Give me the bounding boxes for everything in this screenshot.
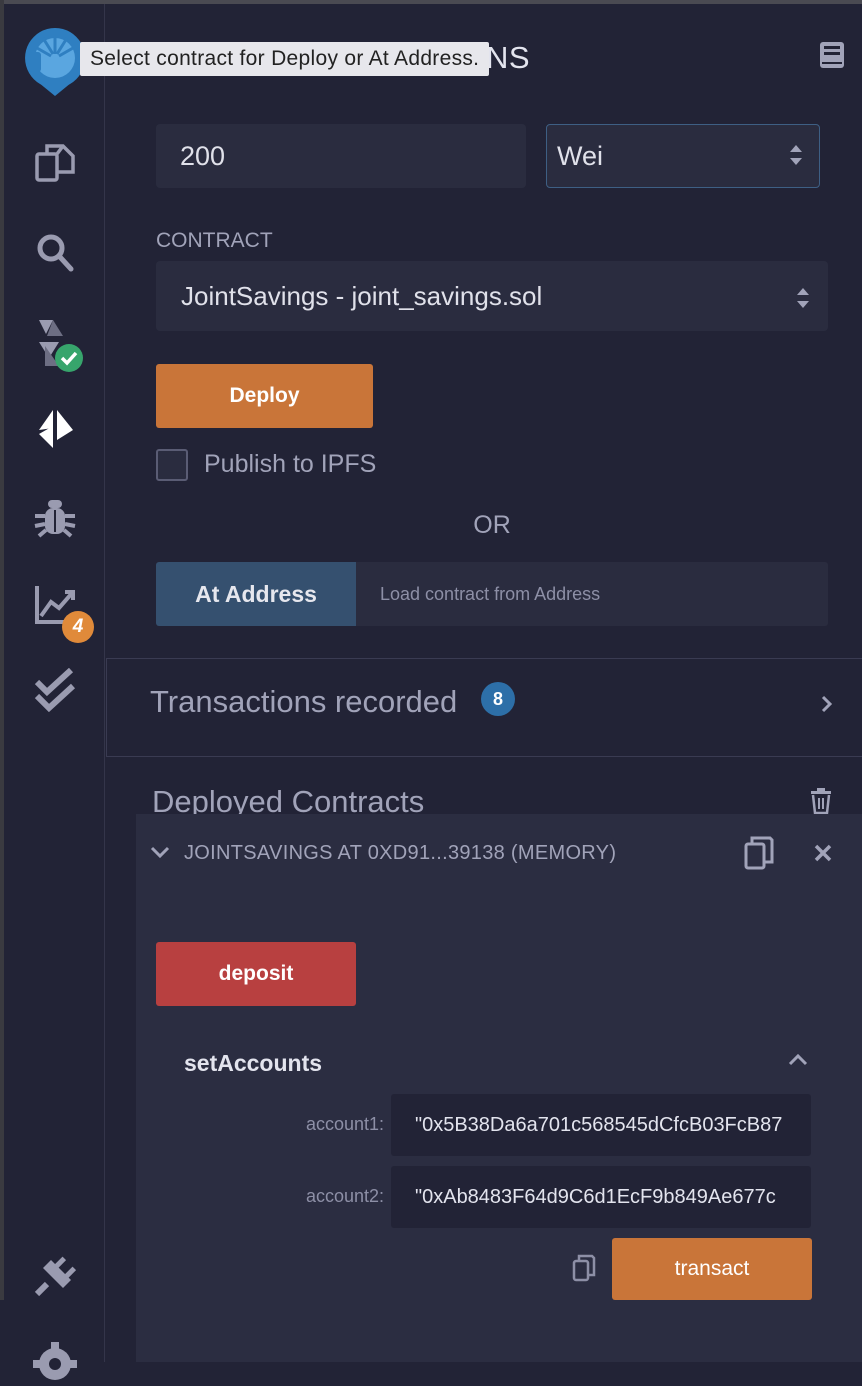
unit-select-arrows-icon [790,145,802,165]
deployed-instance-card: JOINTSAVINGS AT 0XD91...39138 (MEMORY) d… [136,814,862,1362]
debugger-icon[interactable] [4,496,105,540]
transactions-recorded-label: Transactions recorded [150,684,458,719]
chevron-up-icon[interactable] [788,1052,808,1066]
test-check-icon[interactable] [4,668,105,712]
copy-calldata-icon[interactable] [572,1254,596,1282]
plugin-manager-icon[interactable] [4,1254,105,1298]
contract-select-tooltip: Select contract for Deploy or At Address… [80,42,490,76]
account2-param-label: account2: [305,1186,384,1206]
publish-ipfs-label: Publish to IPFS [204,450,377,478]
icon-sidebar: 4 [4,4,105,1380]
transactions-count-badge: 8 [481,682,515,716]
publish-ipfs-checkbox[interactable] [156,449,188,481]
close-icon[interactable] [814,844,832,862]
contract-label: CONTRACT [156,229,273,252]
deploy-button[interactable]: Deploy [156,364,373,428]
instance-title[interactable]: JOINTSAVINGS AT 0XD91...39138 (MEMORY) [184,842,616,865]
settings-gear-icon[interactable] [4,1342,105,1386]
deploy-run-panel: CTIONS 200 Wei CONTRACT JointSavings - j… [106,4,862,1362]
analysis-count-badge: 4 [62,611,94,643]
value-unit-select[interactable]: Wei [546,124,820,188]
deposit-button[interactable]: deposit [156,942,356,1006]
value-unit-label: Wei [557,140,604,171]
contract-selected-label: JointSavings - joint_savings.sol [181,280,543,311]
documentation-icon[interactable] [818,40,846,75]
solidity-compiler-icon[interactable] [4,316,105,376]
chevron-right-icon[interactable] [820,694,834,714]
trash-icon[interactable] [810,788,832,814]
contract-select[interactable]: JointSavings - joint_savings.sol [156,261,828,331]
transact-button[interactable]: transact [612,1238,812,1300]
account1-input[interactable]: "0x5B38Da6a701c568545dCfcB03FcB87 [391,1094,811,1156]
deploy-run-icon[interactable] [4,406,105,450]
chevron-down-icon[interactable] [150,846,170,860]
contract-select-arrows-icon [797,288,809,308]
at-address-button[interactable]: At Address [156,562,356,626]
set-accounts-function-label: setAccounts [184,1050,323,1076]
value-amount-input[interactable]: 200 [156,124,526,188]
or-divider-text: OR [473,511,511,539]
search-icon[interactable] [4,232,105,274]
file-explorer-icon[interactable] [4,140,105,184]
account2-input[interactable]: "0xAb8483F64d9C6d1EcF9b849Ae677c [391,1166,811,1228]
at-address-input[interactable]: Load contract from Address [356,562,828,626]
account1-param-label: account1: [305,1114,384,1134]
copy-address-icon[interactable] [744,836,774,870]
